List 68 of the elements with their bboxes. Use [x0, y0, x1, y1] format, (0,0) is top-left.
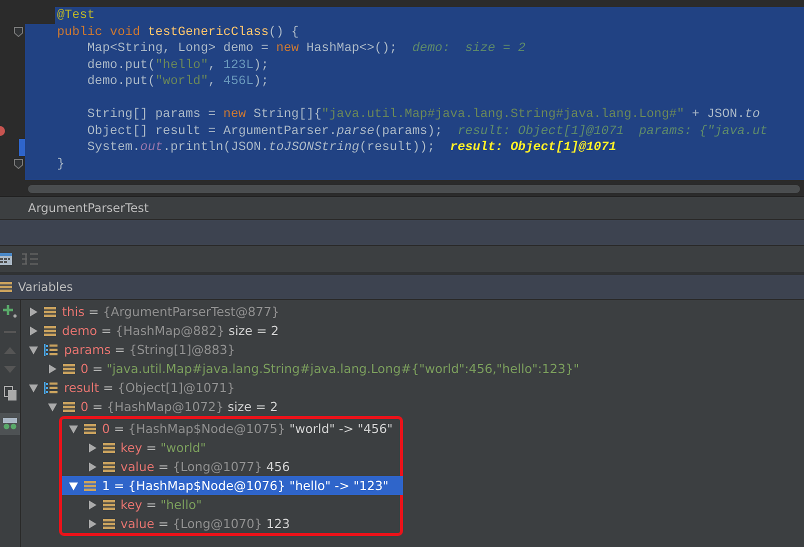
code-line: Map<String, Long> demo = new HashMap<>(); demo: size = 2: [86, 40, 526, 56]
code-line: System.out.println(JSON.toJSONString(result)); result: Object[1]@1071: [86, 139, 616, 156]
tree-row[interactable]: 0 = {HashMap$Node@1075} "world" -> "456": [62, 419, 403, 438]
code-line: String[] params = new String[]{"java.util.Map#java.lang.String#java.lang.Long#" + JSON.to: [86, 106, 760, 122]
add-watch-icon[interactable]: [3, 304, 17, 318]
variable-label: 1 = {HashMap$Node@1076} "hello" -> "123": [102, 478, 388, 493]
fold-icon[interactable]: [14, 158, 23, 168]
watches-toggle[interactable]: [0, 413, 20, 435]
expand-arrow-icon[interactable]: [48, 402, 56, 412]
field-icon: [44, 306, 56, 318]
variable-label: 0 = "java.util.Map#java.lang.String#java.lang.Long#{"world":456,"hello":123}": [80, 361, 580, 376]
expand-arrow-icon[interactable]: [48, 364, 56, 374]
tree-row[interactable]: params = {String[1]@883}: [21, 340, 804, 359]
code-line: demo.put("world", 456L);: [86, 73, 269, 90]
variable-label: value = {Long@1070} 123: [120, 516, 290, 531]
field-icon: [62, 362, 74, 374]
expand-arrow-icon[interactable]: [69, 424, 78, 434]
copy-icon[interactable]: [4, 386, 16, 401]
expand-arrow-icon[interactable]: [88, 518, 96, 528]
field-icon: [62, 400, 74, 412]
tree-row[interactable]: value = {Long@1077} 456: [62, 457, 403, 476]
expand-arrow-icon[interactable]: [29, 306, 38, 316]
expand-arrow-icon[interactable]: [88, 500, 96, 510]
variable-label: params = {String[1]@883}: [64, 342, 236, 357]
code-line: Object[] result = ArgumentParser.parse(params); result: Object[1]@1071 params: {"java.ut: [86, 122, 768, 139]
code-line: demo.put("hello", 123L);: [86, 56, 269, 73]
expand-arrow-icon[interactable]: [29, 326, 38, 336]
tree-row[interactable]: 0 = "java.util.Map#java.lang.String#java.lang.Long#{"world":456,"hello":123}": [21, 359, 804, 378]
expand-arrow-icon[interactable]: [69, 480, 78, 490]
field-icon: [102, 498, 114, 510]
variable-label: key = "world": [120, 440, 206, 455]
field-icon: [84, 422, 96, 434]
array-icon: [44, 380, 58, 394]
code-line: @Test: [57, 7, 95, 24]
tree-row[interactable]: 1 = {HashMap$Node@1076} "hello" -> "123": [62, 476, 403, 495]
expand-arrow-icon[interactable]: [88, 442, 96, 452]
table-icon[interactable]: [0, 253, 12, 265]
variable-label: key = "hello": [120, 497, 202, 512]
scrollbar-thumb[interactable]: [28, 185, 800, 193]
tree-row[interactable]: key = "hello": [62, 495, 403, 514]
variable-label: 0 = {HashMap@1072} size = 2: [80, 399, 278, 414]
variables-icon: [0, 281, 12, 293]
variable-label: this = {ArgumentParserTest@877}: [62, 304, 280, 319]
tree-row[interactable]: key = "world": [62, 438, 403, 457]
expand-arrow-icon[interactable]: [88, 462, 96, 472]
array-icon: [44, 342, 58, 356]
field-icon: [102, 518, 114, 530]
editor-tab[interactable]: ArgumentParserTest: [0, 201, 149, 215]
tree-row[interactable]: this = {ArgumentParserTest@877}: [21, 302, 804, 321]
fold-icon[interactable]: [14, 26, 23, 36]
variable-label: result = {Object[1]@1071}: [64, 380, 235, 395]
tree-row[interactable]: value = {Long@1070} 123: [62, 514, 403, 533]
code-line: public void testGenericClass() {: [57, 24, 299, 40]
field-icon: [102, 460, 114, 472]
panel-title: Variables: [18, 280, 73, 294]
code-line: }: [57, 156, 65, 172]
expand-arrow-icon[interactable]: [29, 344, 38, 354]
tree-row[interactable]: demo = {HashMap@882} size = 2: [21, 321, 804, 340]
variable-label: 0 = {HashMap$Node@1075} "world" -> "456": [102, 421, 393, 436]
variable-label: value = {Long@1077} 456: [120, 459, 290, 474]
expand-arrow-icon[interactable]: [29, 382, 38, 392]
field-icon: [102, 442, 114, 454]
field-icon: [44, 324, 56, 336]
tree-row[interactable]: 0 = {HashMap@1072} size = 2: [21, 397, 804, 416]
glasses-icon: [3, 418, 17, 430]
tree-row[interactable]: result = {Object[1]@1071}: [21, 378, 804, 397]
variable-label: demo = {HashMap@882} size = 2: [62, 323, 279, 338]
field-icon: [84, 480, 96, 492]
